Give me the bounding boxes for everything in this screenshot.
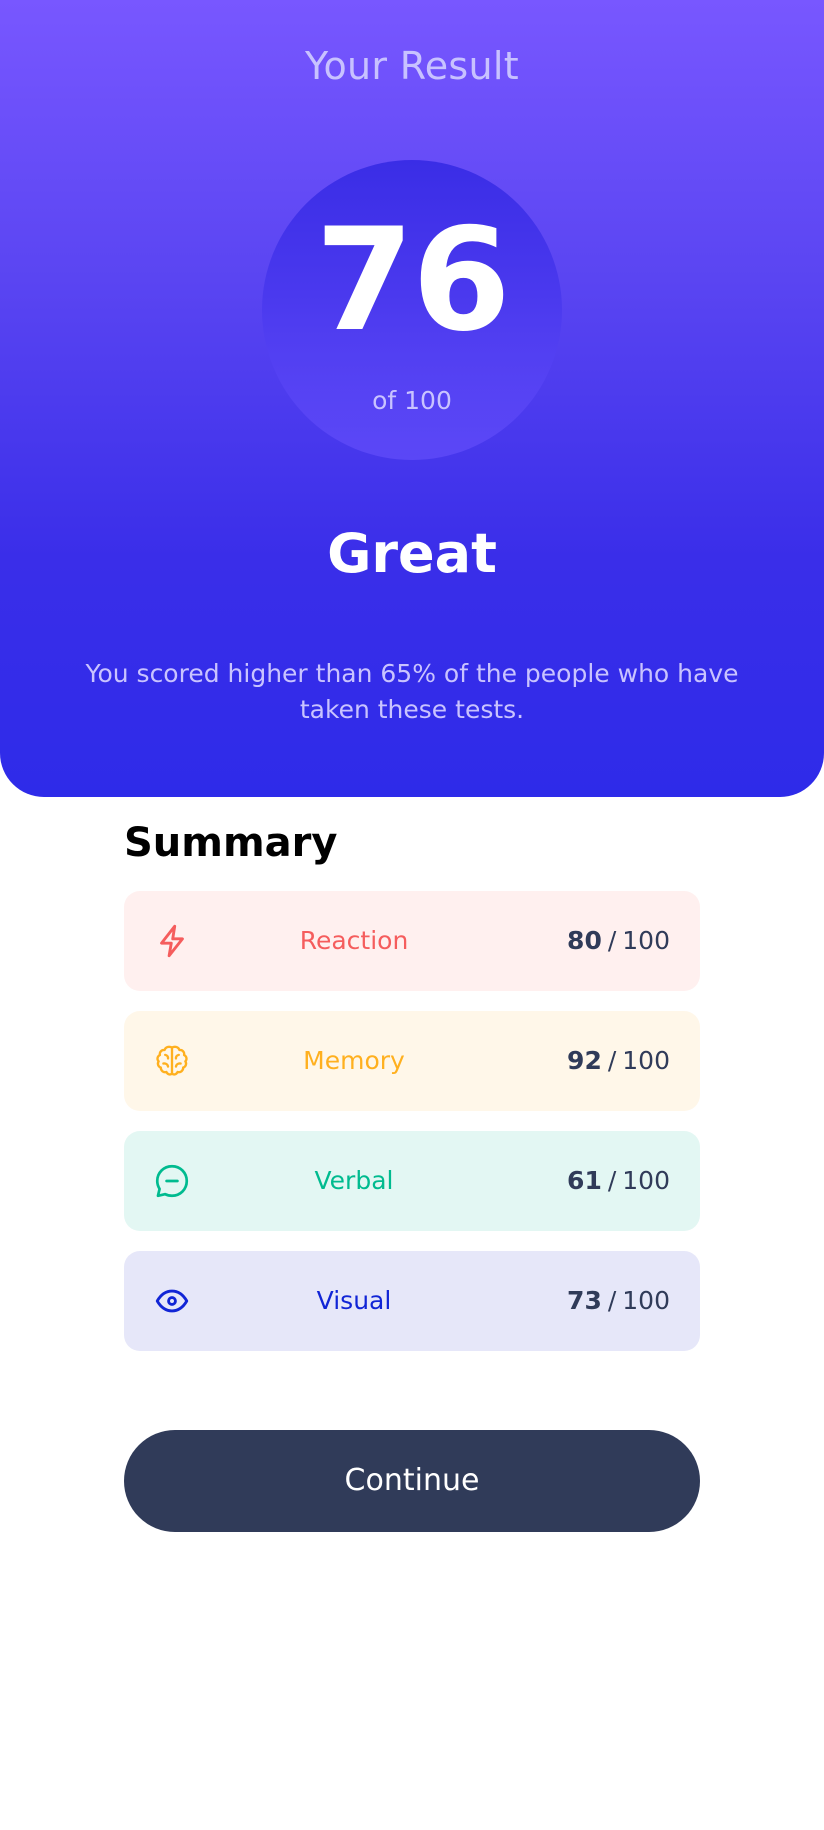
score-separator: / bbox=[607, 1286, 617, 1315]
score-separator: / bbox=[607, 1046, 617, 1075]
summary-item-label: Visual bbox=[316, 1286, 392, 1315]
results-page: Your Result 76 of 100 Great You scored h… bbox=[0, 0, 824, 1830]
brain-icon bbox=[156, 1045, 188, 1076]
result-description: You scored higher than 65% of the people… bbox=[85, 659, 739, 724]
grade-label: Great bbox=[327, 522, 497, 585]
score-number: 61 bbox=[567, 1166, 602, 1195]
summary-item-memory: Memory 92/100 bbox=[124, 1011, 700, 1111]
summary-item-reaction: Reaction 80/100 bbox=[124, 891, 700, 991]
score-max: 100 bbox=[622, 1166, 670, 1195]
continue-button[interactable]: Continue bbox=[124, 1430, 700, 1532]
lightning-icon bbox=[160, 924, 184, 958]
score-circle: 76 of 100 bbox=[262, 160, 562, 460]
result-title: Your Result bbox=[305, 44, 519, 88]
score-separator: / bbox=[607, 926, 617, 955]
summary-item-score: 73/100 bbox=[567, 1251, 670, 1351]
summary-item-label: Memory bbox=[303, 1046, 405, 1075]
summary-item-score: 80/100 bbox=[567, 891, 670, 991]
score-separator: / bbox=[607, 1166, 617, 1195]
summary-item-score: 92/100 bbox=[567, 1011, 670, 1111]
score-max: 100 bbox=[622, 1286, 670, 1315]
score-number: 73 bbox=[567, 1286, 602, 1315]
chat-icon bbox=[155, 1164, 189, 1198]
score-value: 76 bbox=[315, 198, 511, 363]
eye-icon bbox=[155, 1289, 189, 1313]
summary-title: Summary bbox=[124, 820, 338, 866]
summary-item-label: Reaction bbox=[299, 926, 409, 955]
summary-item-verbal: Verbal 61/100 bbox=[124, 1131, 700, 1231]
score-max: 100 bbox=[622, 1046, 670, 1075]
summary-item-visual: Visual 73/100 bbox=[124, 1251, 700, 1351]
score-max: 100 bbox=[622, 926, 670, 955]
result-panel: Your Result 76 of 100 Great You scored h… bbox=[0, 0, 824, 797]
score-number: 92 bbox=[567, 1046, 602, 1075]
score-number: 80 bbox=[567, 926, 602, 955]
summary-item-score: 61/100 bbox=[567, 1131, 670, 1231]
score-max-text: of 100 bbox=[372, 386, 452, 415]
summary-item-label: Verbal bbox=[314, 1166, 394, 1195]
